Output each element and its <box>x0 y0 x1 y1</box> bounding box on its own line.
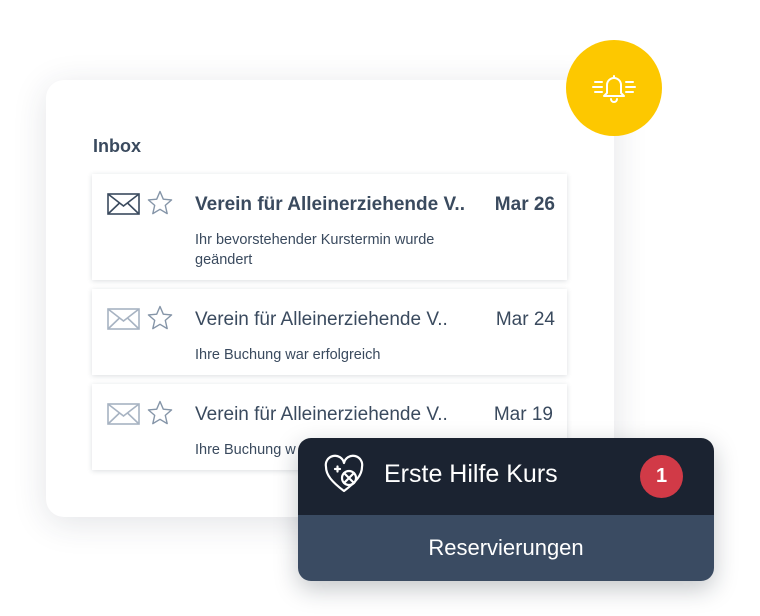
course-header[interactable]: Erste Hilfe Kurs 1 <box>298 438 714 515</box>
envelope-icon[interactable] <box>107 308 140 330</box>
message-sender: Verein für Alleinerziehende V.. <box>195 404 448 425</box>
inbox-message[interactable]: Verein für Alleinerziehende V.. Mar 26 I… <box>92 174 567 280</box>
star-icon[interactable] <box>147 190 173 216</box>
inbox-message[interactable]: Verein für Alleinerziehende V.. Mar 24 I… <box>92 289 567 375</box>
first-aid-heart-icon <box>324 454 364 493</box>
course-popup: Erste Hilfe Kurs 1 Reservierungen <box>298 438 714 581</box>
message-date: Mar 26 <box>494 194 555 215</box>
message-snippet: Ihre Buchung war erfolgreich <box>195 347 381 363</box>
reservations-button[interactable]: Reservierungen <box>298 515 714 581</box>
message-sender: Verein für Alleinerziehende V.. <box>195 194 465 215</box>
inbox-title: Inbox <box>93 136 141 156</box>
message-date: Mar 19 <box>493 404 553 425</box>
envelope-icon[interactable] <box>107 403 140 425</box>
star-icon[interactable] <box>147 305 173 331</box>
course-footer: Reservierungen <box>298 515 714 581</box>
star-icon[interactable] <box>147 400 173 426</box>
notification-count-badge: 1 <box>640 455 683 498</box>
message-date: Mar 24 <box>495 309 555 330</box>
envelope-icon[interactable] <box>107 193 140 215</box>
bell-icon <box>592 75 636 103</box>
notification-bell-button[interactable] <box>566 40 662 136</box>
course-title: Erste Hilfe Kurs <box>384 460 558 488</box>
message-snippet: Ihr bevorstehender Kurstermin wurde geän… <box>195 232 435 268</box>
message-sender: Verein für Alleinerziehende V.. <box>195 309 448 330</box>
